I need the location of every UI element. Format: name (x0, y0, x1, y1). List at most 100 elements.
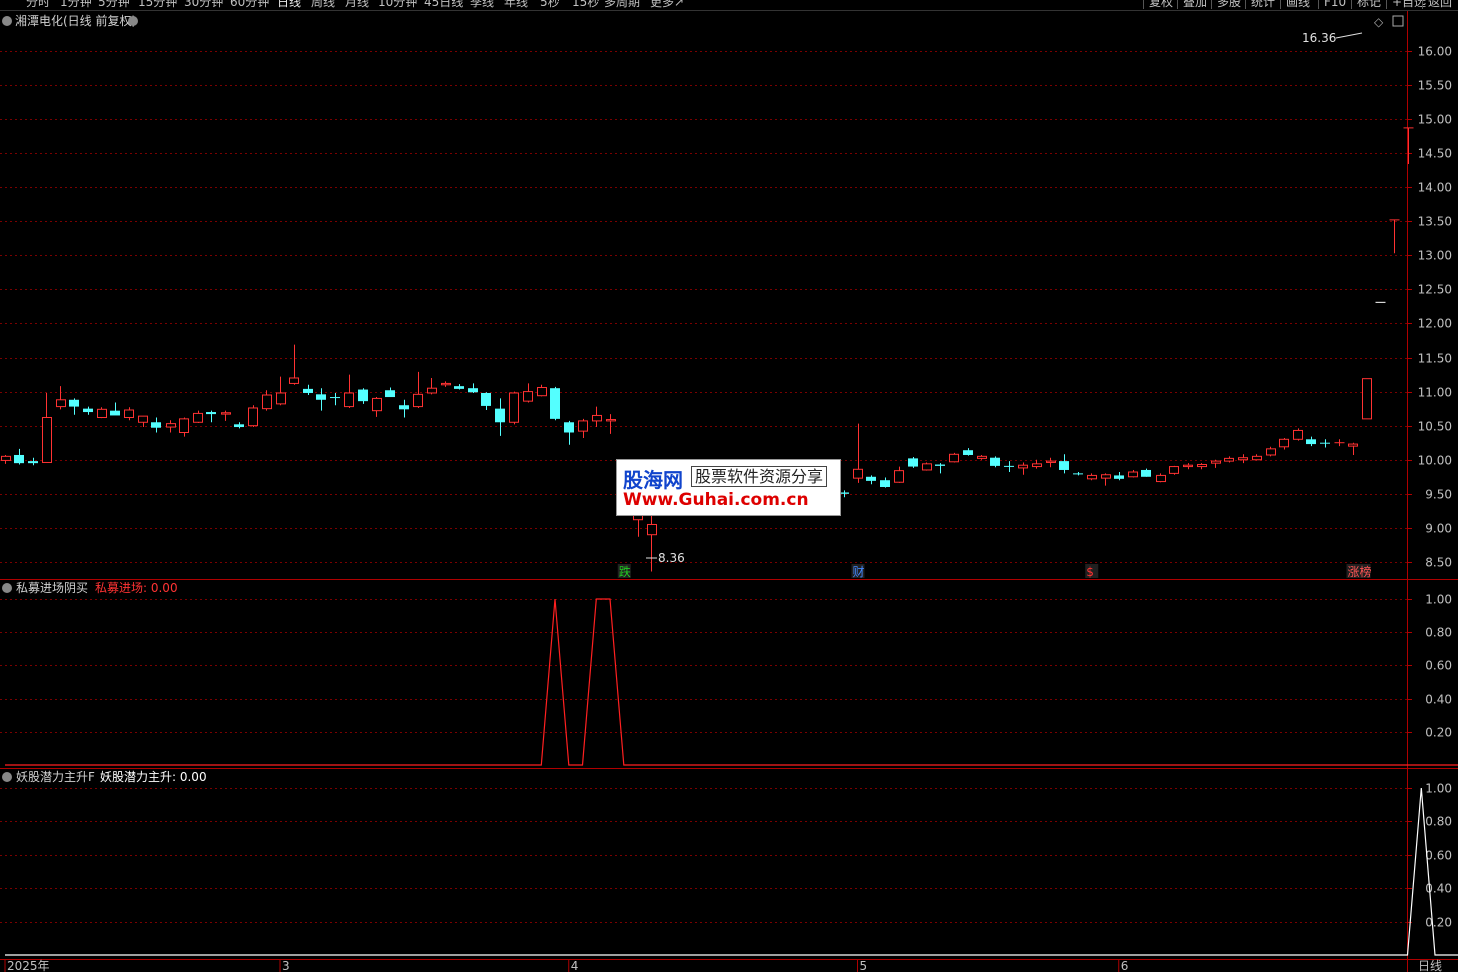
y-tick-label: 8.50 (1425, 556, 1452, 570)
candle-body (1128, 471, 1138, 478)
candle-body (56, 399, 66, 408)
high-price-arrow (1335, 32, 1363, 39)
indicator2-line (5, 787, 1458, 956)
candle-body (481, 392, 491, 406)
y-tick-label: 1.00 (1425, 593, 1452, 607)
high-price-label: 16.36 (1302, 31, 1336, 45)
candle-body (853, 468, 863, 479)
y-tick-label: 10.50 (1418, 420, 1452, 434)
low-price-label: 8.36 (658, 551, 685, 565)
event-marker: 跌 (619, 564, 631, 579)
candle-body (289, 377, 299, 384)
event-marker: $ (1086, 565, 1094, 579)
candle-body (880, 480, 890, 488)
candle-body (509, 392, 519, 423)
watermark-url: Www.Guhai.com.cn (623, 490, 809, 510)
y-tick-label: 9.50 (1425, 488, 1452, 502)
y-tick-label: 13.00 (1418, 249, 1452, 263)
y-tick-label: 0.20 (1425, 916, 1452, 930)
candle-body (427, 387, 437, 394)
candle-body (1114, 475, 1124, 479)
y-tick-label: 11.50 (1418, 352, 1452, 366)
y-tick-label: 12.50 (1418, 283, 1452, 297)
candle-body (922, 463, 932, 471)
candle-body (276, 392, 286, 405)
candle-body (372, 397, 382, 412)
y-tick-label: 0.60 (1425, 659, 1452, 673)
y-tick-label: 14.00 (1418, 181, 1452, 195)
candle-body (1, 455, 11, 461)
x-tick-label: 6 (1121, 959, 1129, 972)
candle-body (990, 457, 1000, 466)
y-tick-label: 13.50 (1418, 215, 1452, 229)
candle-body (166, 423, 176, 428)
candle-body (647, 523, 657, 536)
candle-body (316, 394, 326, 400)
candle-body (1293, 429, 1303, 440)
candle-body (110, 410, 120, 416)
candle-body (606, 419, 616, 422)
candle-body (441, 382, 451, 386)
candle-body (468, 388, 478, 393)
candle-body (385, 390, 395, 398)
candle-body (1238, 457, 1248, 461)
candle-body (1348, 443, 1358, 447)
diamond-icon: ◇ (1374, 15, 1384, 29)
collapse-icon (2, 772, 12, 782)
candle-body (1224, 457, 1234, 462)
candle-body (1279, 438, 1289, 448)
y-tick-label: 14.50 (1418, 147, 1452, 161)
candle-body (248, 407, 258, 427)
candle-body (69, 399, 79, 407)
y-tick-label: 16.00 (1418, 45, 1452, 59)
candle-body (564, 422, 574, 433)
candle-body (124, 409, 134, 418)
candle-body (399, 405, 409, 410)
main-title: 湘潭电化(日线 前复权) (15, 13, 136, 28)
candle-body (1046, 460, 1056, 463)
candle-body (523, 391, 533, 402)
candle-body (14, 454, 24, 464)
candle-body (1362, 378, 1372, 420)
candle-body (537, 387, 547, 397)
collapse-icon (2, 16, 12, 26)
candle-body (1252, 455, 1262, 461)
candle-body (550, 388, 560, 419)
candle-body (1211, 460, 1221, 464)
candle-body (963, 450, 973, 455)
candle-body (1073, 473, 1083, 475)
candle-body (866, 476, 876, 481)
y-tick-label: 0.60 (1425, 849, 1452, 863)
indicator1-name: 私募进场阴买 (16, 581, 88, 595)
y-tick-label: 0.80 (1425, 626, 1452, 640)
candle-body (151, 422, 161, 428)
candle-body (908, 458, 918, 467)
candle-body (179, 418, 189, 433)
watermark: 股海网 股票软件资源分享 Www.Guhai.com.cn (616, 459, 841, 516)
candle-body (1018, 464, 1028, 469)
candle-body (97, 408, 107, 418)
candle-body (1156, 474, 1166, 483)
period-label: 日线 (1418, 959, 1442, 972)
candle-body (193, 412, 203, 423)
candle-body (206, 412, 216, 415)
x-tick-label: 3 (282, 959, 290, 972)
collapse-icon (2, 583, 12, 593)
x-tick-label: 4 (571, 959, 579, 972)
candle-body (454, 386, 464, 389)
candle-body (1004, 465, 1014, 467)
candle-body (935, 464, 945, 466)
x-tick-label: 2025年 (7, 959, 50, 972)
candle-body (330, 397, 340, 399)
y-tick-label: 11.00 (1418, 386, 1452, 400)
window-icon (1392, 15, 1404, 27)
candle-body (221, 412, 231, 415)
candle-body (894, 470, 904, 483)
indicator1-line (5, 598, 1458, 766)
candle-body (262, 394, 272, 410)
candle-body (1306, 439, 1316, 445)
candle-body (1032, 463, 1042, 468)
y-tick-label: 0.20 (1425, 726, 1452, 740)
candle-body (28, 461, 38, 464)
candle-body (83, 408, 93, 413)
